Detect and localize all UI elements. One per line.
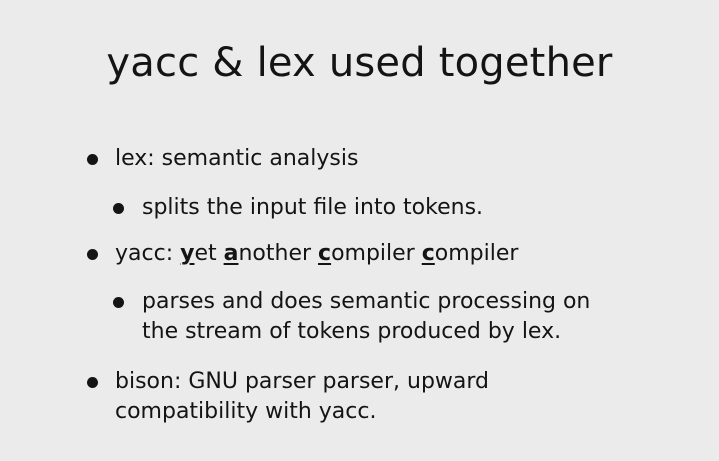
bullet-text-line-1: bison: GNU parser parser, upward [115, 369, 489, 394]
bullet-bison: bison: GNU parser parser, upward compati… [87, 367, 489, 427]
bullet-text-line-1: parses and does semantic processing on [142, 289, 591, 314]
acronym-letter-c2: c [421, 241, 435, 266]
bullet-text: et [194, 241, 224, 266]
bullet-text-prefix: yacc: [115, 241, 181, 266]
bullet-yacc-sub: parses and does semantic processing on t… [113, 287, 591, 347]
bullet-text: splits the input file into tokens. [142, 195, 484, 220]
slide: yacc & lex used together lex: semantic a… [0, 0, 719, 461]
bullet-text-line-2: the stream of tokens produced by lex. [142, 319, 562, 344]
bullet-text: lex: semantic analysis [115, 146, 359, 171]
bullet-dot [87, 249, 98, 260]
slide-title: yacc & lex used together [106, 40, 613, 86]
acronym-letter-c1: c [318, 241, 332, 266]
bullet-dot [87, 154, 98, 165]
bullet-lex: lex: semantic analysis [87, 144, 359, 174]
acronym-letter-y: y [180, 241, 195, 266]
bullet-dot [87, 377, 98, 388]
acronym-letter-a: a [223, 241, 239, 266]
bullet-lex-sub: splits the input file into tokens. [113, 193, 484, 223]
bullet-text: ompiler [434, 241, 519, 266]
bullet-text: ompiler [331, 241, 422, 266]
bullet-text: nother [238, 241, 319, 266]
bullet-dot [113, 203, 124, 214]
bullet-dot [113, 297, 124, 308]
bullet-yacc: yacc: yet another compiler compiler [87, 239, 519, 269]
bullet-text-line-2: compatibility with yacc. [115, 399, 377, 424]
